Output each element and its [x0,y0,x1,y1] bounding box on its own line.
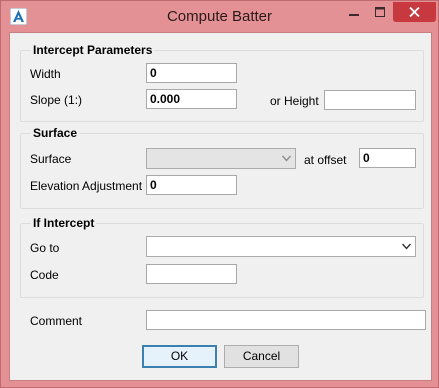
surface-label: Surface [30,152,72,166]
minimize-button[interactable] [341,2,367,22]
chevron-down-icon [402,243,411,250]
width-input[interactable]: 0 [146,63,237,83]
maximize-button[interactable] [367,2,393,22]
surface-group: Surface [20,126,424,209]
elevation-adjustment-input[interactable]: 0 [146,175,237,195]
slope-input[interactable]: 0.000 [146,89,237,109]
title-bar[interactable]: Compute Batter [1,1,438,32]
code-label: Code [30,268,59,282]
elevation-adjustment-label: Elevation Adjustment [30,179,143,193]
close-icon [409,7,420,17]
if-intercept-title: If Intercept [31,216,97,230]
cancel-button[interactable]: Cancel [224,345,299,368]
intercept-parameters-group: Intercept Parameters [20,43,424,122]
ok-button[interactable]: OK [142,345,217,368]
goto-dropdown[interactable] [146,236,416,257]
close-button[interactable] [393,2,436,22]
comment-input[interactable] [146,310,426,330]
dialog-body: Intercept Parameters Width 0 Slope (1:) … [9,32,432,381]
code-input[interactable] [146,264,237,284]
surface-group-title: Surface [31,126,80,140]
slope-label: Slope (1:) [30,93,83,107]
comment-label: Comment [30,314,83,328]
chevron-down-icon [282,155,291,162]
intercept-parameters-title: Intercept Parameters [31,43,155,57]
maximize-icon [375,7,385,17]
if-intercept-group: If Intercept [20,216,424,298]
dialog-window: Compute Batter Intercept Parameters Widt… [0,0,439,388]
offset-label: at offset [304,153,347,167]
surface-dropdown[interactable] [146,148,296,169]
height-input[interactable] [324,90,416,110]
offset-input[interactable]: 0 [359,148,416,168]
minimize-icon [349,14,359,16]
width-label: Width [30,67,61,81]
goto-label: Go to [30,241,60,255]
height-label: or Height [270,94,319,108]
